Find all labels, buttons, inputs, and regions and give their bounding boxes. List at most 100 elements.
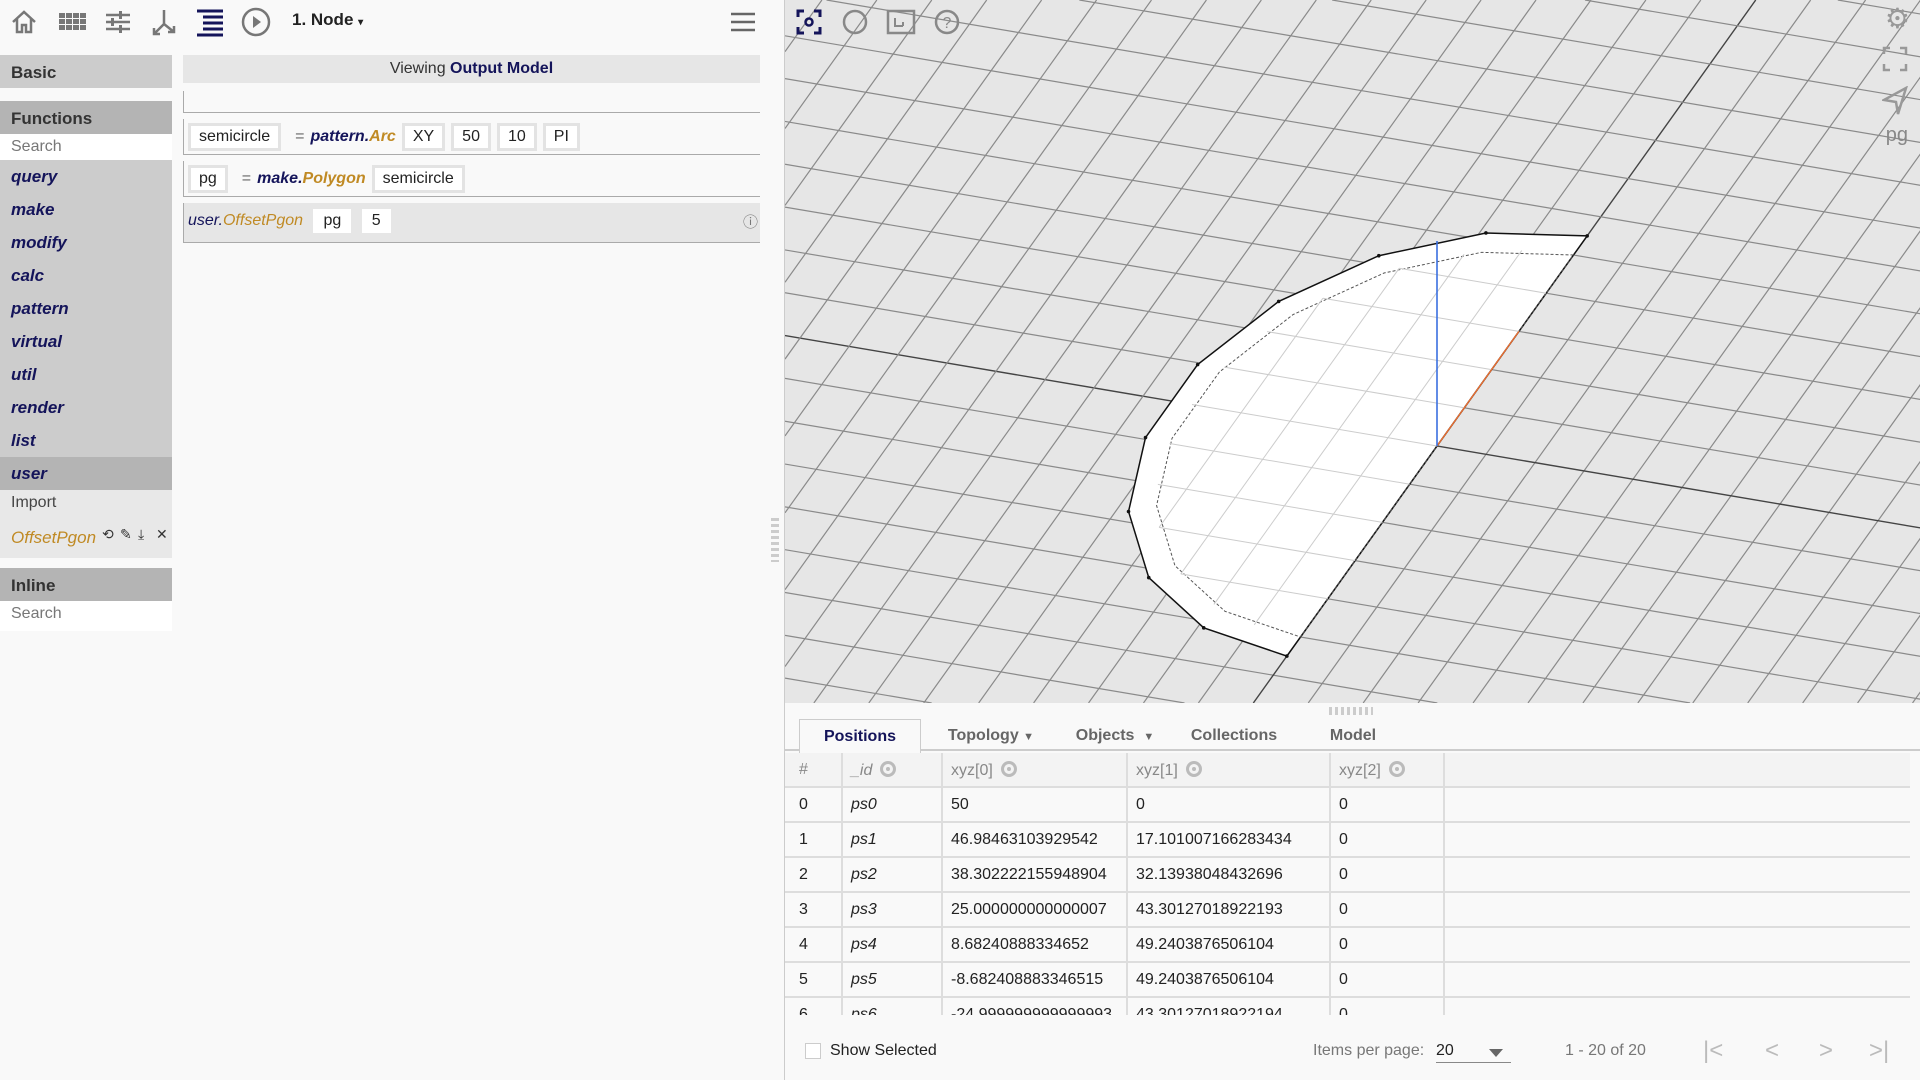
download-icon[interactable]: ⤓ bbox=[138, 526, 144, 543]
tab-collections[interactable]: Collections bbox=[1179, 719, 1289, 751]
focus-icon[interactable] bbox=[795, 8, 823, 36]
scene-canvas[interactable] bbox=[785, 0, 1920, 703]
image-icon[interactable] bbox=[885, 8, 917, 36]
resize-handle[interactable] bbox=[1329, 707, 1373, 715]
sidebar-item-modify[interactable]: modify bbox=[0, 226, 172, 259]
sidebar-item-user[interactable]: user bbox=[0, 457, 172, 490]
panel-splitter[interactable] bbox=[771, 518, 779, 562]
edit-icon[interactable]: ✎ bbox=[120, 526, 132, 543]
table-cell: -8.682408883346515 bbox=[943, 963, 1128, 996]
last-page-icon[interactable]: >| bbox=[1869, 1037, 1889, 1065]
prev-page-icon[interactable]: < bbox=[1765, 1037, 1779, 1065]
sidebar-item-list[interactable]: list bbox=[0, 424, 172, 457]
output-variable[interactable]: pg bbox=[188, 165, 228, 193]
grid-line bbox=[1692, 384, 1920, 703]
sidebar-item-render[interactable]: render bbox=[0, 391, 172, 424]
eye-icon[interactable] bbox=[1185, 761, 1202, 777]
list-indent-icon[interactable] bbox=[194, 6, 226, 38]
table-row[interactable]: 4 ps4 8.68240888334652 49.2403876506104 0 bbox=[785, 928, 1910, 963]
import-button[interactable]: Import bbox=[0, 490, 172, 520]
table-cell: ps6 bbox=[843, 998, 943, 1015]
help-icon[interactable]: ? bbox=[933, 8, 961, 36]
inline-section-header[interactable]: Inline bbox=[0, 568, 172, 601]
items-per-page-select[interactable]: 20 bbox=[1436, 1037, 1511, 1063]
arg-input[interactable]: 5 bbox=[361, 209, 391, 233]
fullscreen-icon[interactable] bbox=[1882, 46, 1908, 72]
flowchart-icon[interactable] bbox=[148, 6, 180, 38]
tab-objects[interactable]: Objects ▼ bbox=[1065, 719, 1165, 751]
sidebar-item-util[interactable]: util bbox=[0, 358, 172, 391]
user-function-label: OffsetPgon bbox=[11, 528, 97, 547]
vertex bbox=[1376, 253, 1381, 258]
vertex bbox=[1146, 575, 1151, 580]
column-header[interactable]: xyz[1] bbox=[1128, 753, 1331, 786]
code-line[interactable]: semicircle = pattern.Arc XY 50 10 PI bbox=[183, 119, 760, 155]
table-row[interactable]: 1 ps1 46.98463103929542 17.101007166283434 0 bbox=[785, 823, 1910, 858]
refresh-icon[interactable]: ⟲ bbox=[102, 526, 114, 543]
tab-model[interactable]: Model bbox=[1313, 719, 1393, 751]
sidebar-item-calc[interactable]: calc bbox=[0, 259, 172, 292]
vertex bbox=[1285, 654, 1289, 658]
help-icon[interactable]: ⓘ bbox=[743, 211, 758, 232]
table-cell: 50 bbox=[943, 788, 1128, 821]
table-cell: 4 bbox=[785, 928, 843, 961]
eye-icon[interactable] bbox=[880, 761, 897, 777]
tab-topology[interactable]: Topology ▼ bbox=[941, 719, 1041, 751]
sidebar-item-pattern[interactable]: pattern bbox=[0, 292, 172, 325]
grid-line bbox=[1747, 460, 1920, 703]
play-icon[interactable] bbox=[240, 6, 272, 38]
node-dropdown[interactable]: 1. Node ▾ bbox=[292, 10, 363, 30]
user-function-line[interactable]: user.OffsetPgon pg 5 ⓘ bbox=[183, 203, 760, 243]
table-cell: ps4 bbox=[843, 928, 943, 961]
code-line[interactable]: pg = make.Polygon semicircle bbox=[183, 161, 760, 197]
sidebar-item-make[interactable]: make bbox=[0, 193, 172, 226]
table-row[interactable]: 0 ps0 50 0 0 bbox=[785, 788, 1910, 823]
functions-search-input[interactable]: Search bbox=[0, 134, 172, 160]
grid-line bbox=[1802, 537, 1920, 703]
arg-input[interactable]: pg bbox=[313, 209, 352, 233]
vertex bbox=[1585, 234, 1589, 238]
eye-icon[interactable] bbox=[1000, 761, 1017, 777]
user-function-item[interactable]: OffsetPgon ⟲ ✎ ⤓ ✕ bbox=[0, 520, 172, 558]
circle-icon[interactable] bbox=[841, 8, 869, 36]
first-page-icon[interactable]: |< bbox=[1703, 1037, 1723, 1065]
grid-line bbox=[1079, 0, 1920, 144]
eye-icon[interactable] bbox=[1388, 761, 1405, 777]
close-icon[interactable]: ✕ bbox=[156, 526, 168, 543]
sidebar-item-query[interactable]: query bbox=[0, 160, 172, 193]
column-header[interactable]: _id bbox=[843, 753, 943, 786]
3d-viewport[interactable]: ? ⚙ pg bbox=[784, 0, 1920, 703]
table-row[interactable]: 2 ps2 38.302222155948904 32.13938048432696 0 bbox=[785, 858, 1910, 893]
arg-input[interactable]: 50 bbox=[451, 123, 491, 151]
arg-input[interactable]: XY bbox=[401, 123, 446, 151]
inline-search-input[interactable]: Search bbox=[0, 601, 172, 631]
column-header[interactable]: xyz[0] bbox=[943, 753, 1128, 786]
functions-section-header[interactable]: Functions bbox=[0, 101, 172, 134]
next-page-icon[interactable]: > bbox=[1819, 1037, 1833, 1065]
settings-icon[interactable]: ⚙ bbox=[1885, 2, 1910, 35]
home-icon[interactable] bbox=[8, 6, 40, 38]
tab-positions[interactable]: Positions bbox=[799, 719, 921, 753]
hamburger-menu-icon[interactable] bbox=[728, 8, 758, 36]
output-variable[interactable]: semicircle bbox=[188, 123, 282, 151]
show-selected-checkbox[interactable] bbox=[805, 1043, 821, 1059]
empty-line[interactable] bbox=[183, 91, 760, 113]
arg-input[interactable]: 10 bbox=[496, 123, 537, 151]
table-cell: 0 bbox=[1331, 858, 1445, 891]
sidebar-item-virtual[interactable]: virtual bbox=[0, 325, 172, 358]
grid-line bbox=[785, 0, 1098, 437]
table-row[interactable]: 6 ps6 -24.999999999999993 43.30127018922194… bbox=[785, 998, 1910, 1015]
grid-line bbox=[1912, 691, 1920, 703]
arg-input[interactable]: semicircle bbox=[371, 165, 465, 193]
table-header: # _id xyz[0] xyz[1] xyz[2] bbox=[785, 753, 1910, 788]
navigate-icon[interactable] bbox=[1882, 86, 1908, 116]
table-row[interactable]: 5 ps5 -8.682408883346515 49.2403876506104 0 bbox=[785, 963, 1910, 998]
arg-input[interactable]: PI bbox=[542, 123, 580, 151]
column-header[interactable]: xyz[2] bbox=[1331, 753, 1445, 786]
grid-line bbox=[785, 78, 1920, 272]
table-cell: 0 bbox=[1331, 963, 1445, 996]
grid-icon[interactable] bbox=[56, 6, 88, 38]
basic-section-header[interactable]: Basic bbox=[0, 55, 172, 88]
table-row[interactable]: 3 ps3 25.000000000000007 43.30127018922193 0 bbox=[785, 893, 1910, 928]
sliders-icon[interactable] bbox=[102, 6, 134, 38]
